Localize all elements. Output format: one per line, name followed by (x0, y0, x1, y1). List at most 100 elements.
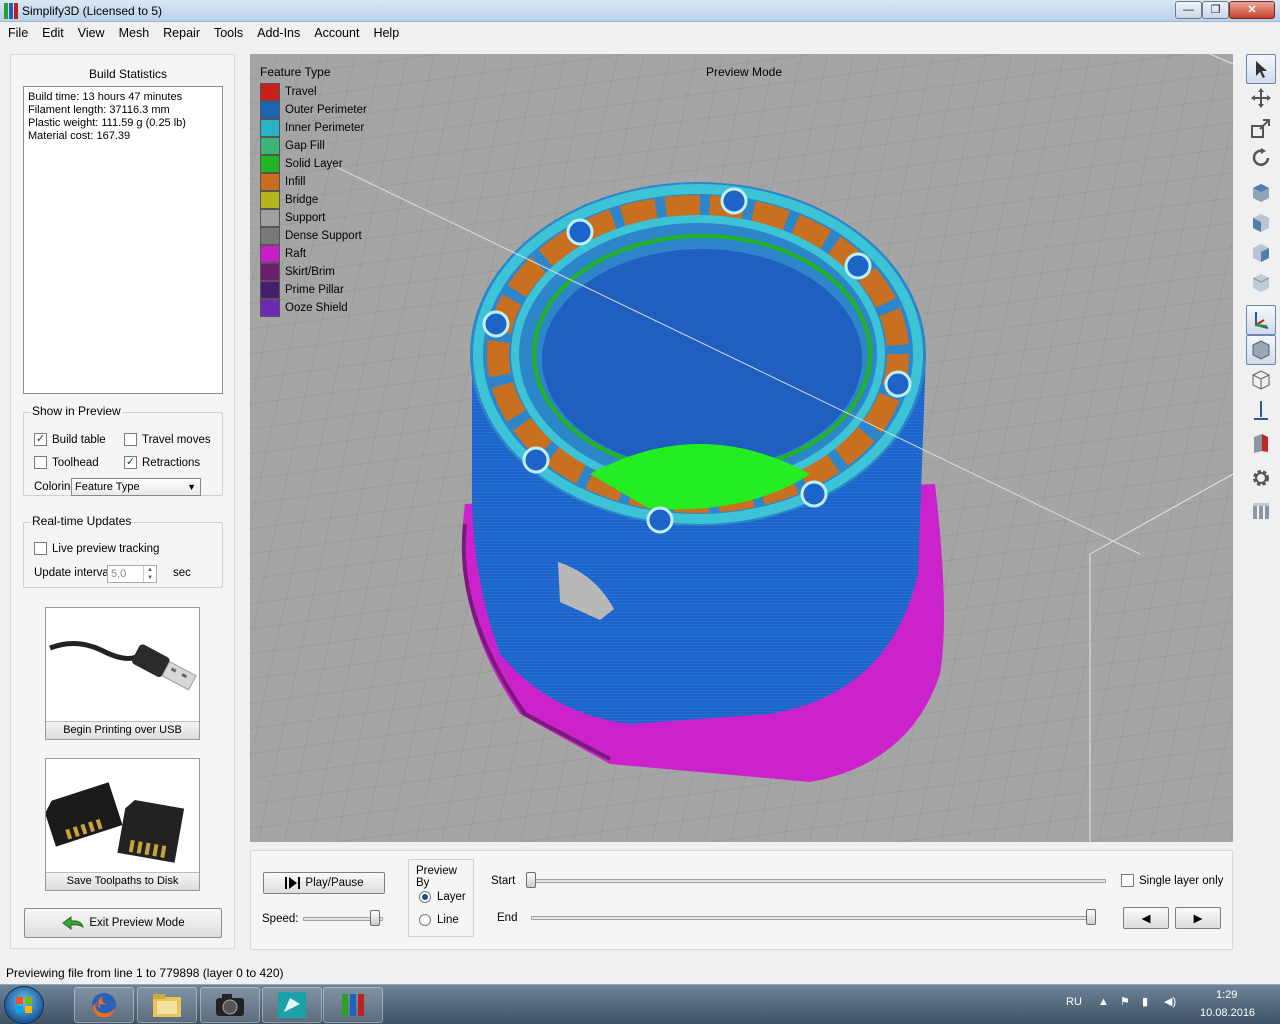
build-table-checkbox[interactable]: ✓ Build table (34, 433, 106, 446)
travel-moves-checkbox[interactable]: Travel moves (124, 433, 211, 446)
windows-taskbar: RU ▲ ⚑ ▮ ◀) 1:29 10.08.2016 (0, 984, 1280, 1024)
speed-slider-thumb[interactable] (370, 910, 380, 926)
menu-file[interactable]: File (1, 22, 35, 44)
menu-view[interactable]: View (71, 22, 112, 44)
clock-time[interactable]: 1:29 (1216, 989, 1237, 1001)
stat-filament-length: Filament length: 37116.3 mm (28, 104, 170, 116)
legend-item-infill: Infill (260, 173, 367, 191)
scale-icon[interactable] (1246, 113, 1276, 143)
menu-edit[interactable]: Edit (35, 22, 71, 44)
menu-repair[interactable]: Repair (156, 22, 207, 44)
swatch-raft (260, 245, 280, 263)
window-title: Simplify3D (Licensed to 5) (22, 4, 163, 18)
toolhead-checkbox[interactable]: Toolhead (34, 456, 99, 469)
preview-render (250, 54, 1233, 842)
travel-moves-label: Travel moves (142, 433, 211, 446)
view-front-icon[interactable] (1246, 208, 1276, 238)
layer-radio[interactable]: Layer (419, 891, 466, 903)
swatch-outer-perimeter (260, 101, 280, 119)
rotate-icon[interactable] (1246, 143, 1276, 173)
retractions-checkbox[interactable]: ✓ Retractions (124, 456, 200, 469)
close-button[interactable]: ✕ (1229, 1, 1275, 19)
clock-date[interactable]: 10.08.2016 (1200, 1007, 1255, 1019)
live-preview-check (34, 542, 47, 555)
swatch-skirt-brim (260, 263, 280, 281)
update-interval-unit: sec (173, 567, 191, 579)
3dsmax-icon[interactable] (262, 987, 322, 1023)
begin-printing-usb-button[interactable]: Begin Printing over USB (45, 607, 200, 740)
view-side-icon[interactable] (1246, 238, 1276, 268)
layers-icon[interactable] (1246, 496, 1276, 526)
camera-icon[interactable] (200, 987, 260, 1023)
live-preview-checkbox[interactable]: Live preview tracking (34, 542, 159, 555)
swatch-inner-perimeter (260, 119, 280, 137)
coloring-select[interactable]: Feature Type ▼ (71, 478, 201, 496)
legend-item-ooze-shield: Ooze Shield (260, 299, 367, 317)
view-toolbar (1240, 50, 1280, 540)
solid-view-icon[interactable] (1246, 335, 1276, 365)
wireframe-icon[interactable] (1246, 365, 1276, 395)
build-statistics-box: Build time: 13 hours 47 minutes Filament… (23, 86, 223, 394)
network-icon[interactable]: ▮ (1142, 995, 1148, 1008)
title-bar: Simplify3D (Licensed to 5) — ❐ ✕ (0, 0, 1280, 22)
start-slider-thumb[interactable] (526, 872, 536, 888)
exit-preview-mode-button[interactable]: Exit Preview Mode (24, 908, 222, 938)
toolhead-check (34, 456, 47, 469)
file-explorer-icon[interactable] (137, 987, 197, 1023)
stat-build-time: Build time: 13 hours 47 minutes (28, 91, 183, 103)
pointer-icon[interactable] (1246, 54, 1276, 84)
legend-title: Feature Type (260, 65, 331, 79)
swatch-prime-pillar (260, 281, 280, 299)
view-top-icon[interactable] (1246, 178, 1276, 208)
play-pause-icon (285, 877, 301, 889)
swatch-infill (260, 173, 280, 191)
layer-radio-dot (419, 891, 431, 903)
language-indicator[interactable]: RU (1066, 996, 1082, 1008)
start-slider-track[interactable] (531, 879, 1106, 883)
axes-icon[interactable] (1246, 305, 1276, 335)
back-arrow-icon (62, 916, 85, 930)
chevron-down-icon: ▼ (187, 482, 196, 492)
system-tray: RU ▲ ⚑ ▮ ◀) 1:29 10.08.2016 (1050, 985, 1280, 1024)
spinner-arrows-icon[interactable]: ▲ ▼ (143, 566, 156, 582)
start-button[interactable] (4, 986, 44, 1024)
end-slider-thumb[interactable] (1086, 909, 1096, 925)
legend-item-solid-layer: Solid Layer (260, 155, 367, 173)
travel-moves-check (124, 433, 137, 446)
minimize-button[interactable]: — (1175, 1, 1202, 19)
save-toolpaths-button[interactable]: Save Toolpaths to Disk (45, 758, 200, 891)
exit-preview-label: Exit Preview Mode (89, 917, 185, 929)
show-hidden-icons-icon[interactable]: ▲ (1098, 996, 1109, 1008)
end-slider-track[interactable] (531, 916, 1091, 920)
previous-layer-button[interactable]: ◀ (1123, 907, 1169, 929)
move-icon[interactable] (1246, 83, 1276, 113)
3d-viewport[interactable]: Feature Type Travel Outer Perimeter Inne… (250, 54, 1233, 842)
section-icon[interactable] (1246, 428, 1276, 458)
simplify3d-icon[interactable] (323, 987, 383, 1023)
menu-mesh[interactable]: Mesh (112, 22, 157, 44)
update-interval-input[interactable]: 5,0 ▲ ▼ (107, 565, 157, 583)
volume-icon[interactable]: ◀) (1164, 995, 1176, 1008)
view-iso-icon[interactable] (1246, 268, 1276, 298)
build-table-check: ✓ (34, 433, 47, 446)
settings-gear-icon[interactable] (1246, 463, 1276, 493)
stat-material-cost: Material cost: 167.39 (28, 130, 131, 142)
menu-help[interactable]: Help (366, 22, 406, 44)
show-in-preview-group: Show in Preview ✓ Build table Travel move… (23, 404, 223, 496)
z-axis-icon[interactable] (1246, 395, 1276, 425)
menu-account[interactable]: Account (307, 22, 366, 44)
legend-item-skirt-brim: Skirt/Brim (260, 263, 367, 281)
show-in-preview-title: Show in Preview (31, 404, 122, 418)
firefox-icon[interactable] (74, 987, 134, 1023)
menu-add-ins[interactable]: Add-Ins (250, 22, 307, 44)
next-layer-button[interactable]: ▶ (1175, 907, 1221, 929)
end-label: End (497, 912, 518, 924)
line-radio[interactable]: Line (419, 914, 459, 926)
menu-tools[interactable]: Tools (207, 22, 250, 44)
action-center-icon[interactable]: ⚑ (1120, 995, 1130, 1008)
play-pause-button[interactable]: Play/Pause (263, 872, 385, 894)
swatch-bridge (260, 191, 280, 209)
single-layer-checkbox[interactable]: Single layer only (1121, 874, 1223, 887)
maximize-button[interactable]: ❐ (1202, 1, 1229, 19)
status-bar: Previewing file from line 1 to 779898 (l… (0, 963, 1280, 983)
